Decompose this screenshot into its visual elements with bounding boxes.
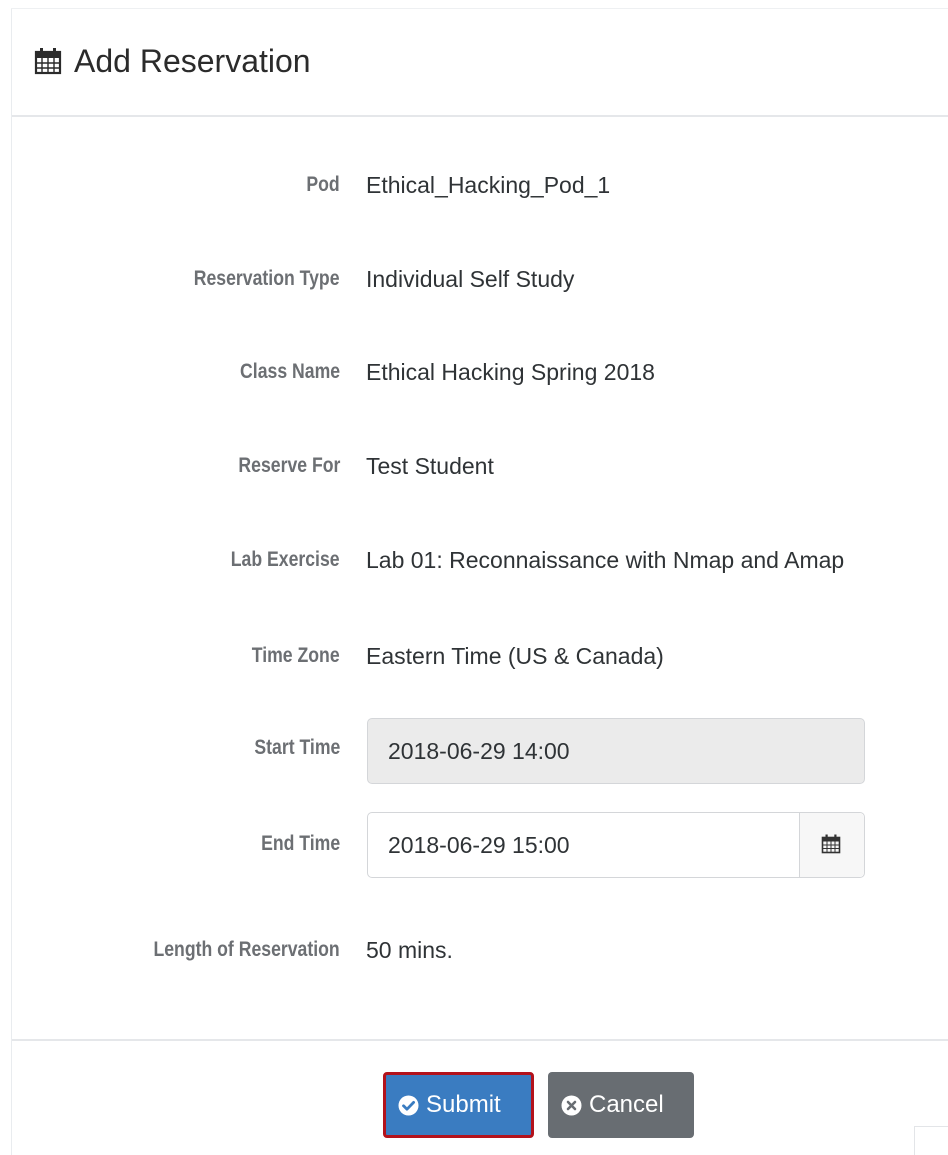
lab-exercise-value: Lab 01: Reconnaissance with Nmap and Ama… — [366, 547, 845, 573]
length-value: 50 mins. — [366, 937, 453, 963]
page-title: Add Reservation — [74, 43, 311, 79]
length-label: Length of Reservation — [153, 938, 340, 961]
end-time-label: End Time — [260, 832, 340, 855]
reservation-type-value: Individual Self Study — [366, 266, 575, 292]
pod-value: Ethical_Hacking_Pod_1 — [366, 172, 611, 198]
submit-button[interactable]: Submit — [383, 1072, 534, 1138]
check-circle-icon — [398, 1095, 419, 1115]
time-zone-value: Eastern Time (US & Canada) — [366, 643, 664, 669]
cancel-button-label: Cancel — [589, 1091, 664, 1118]
dialog-header: Add Reservation — [12, 9, 948, 117]
start-time-field: 2018-06-29 14:00 — [367, 718, 865, 784]
class-name-label: Class Name — [239, 360, 340, 383]
calendar-icon — [34, 48, 62, 75]
time-zone-label: Time Zone — [252, 644, 340, 667]
cancel-button[interactable]: Cancel — [548, 1072, 694, 1138]
reservation-type-label: Reservation Type — [194, 267, 340, 290]
end-time-value[interactable]: 2018-06-29 15:00 — [388, 830, 570, 860]
start-time-value: 2018-06-29 14:00 — [388, 738, 570, 764]
submit-button-label: Submit — [426, 1091, 501, 1118]
start-time-label: Start Time — [254, 736, 340, 759]
panel-left-border — [11, 8, 12, 1155]
lab-exercise-label: Lab Exercise — [231, 548, 340, 571]
reserve-for-value: Test Student — [366, 453, 494, 479]
calendar-icon[interactable] — [821, 834, 841, 854]
end-time-picker-button[interactable] — [799, 813, 864, 877]
add-reservation-dialog: Add Reservation Pod Ethical_Hacking_Pod_… — [0, 0, 948, 1155]
corner-edge — [914, 1126, 948, 1155]
footer-divider — [12, 1039, 948, 1041]
end-time-field[interactable]: 2018-06-29 15:00 — [367, 812, 865, 878]
times-circle-icon — [561, 1095, 582, 1115]
reserve-for-label: Reserve For — [238, 454, 340, 477]
pod-label: Pod — [306, 173, 340, 196]
class-name-value: Ethical Hacking Spring 2018 — [366, 359, 655, 385]
